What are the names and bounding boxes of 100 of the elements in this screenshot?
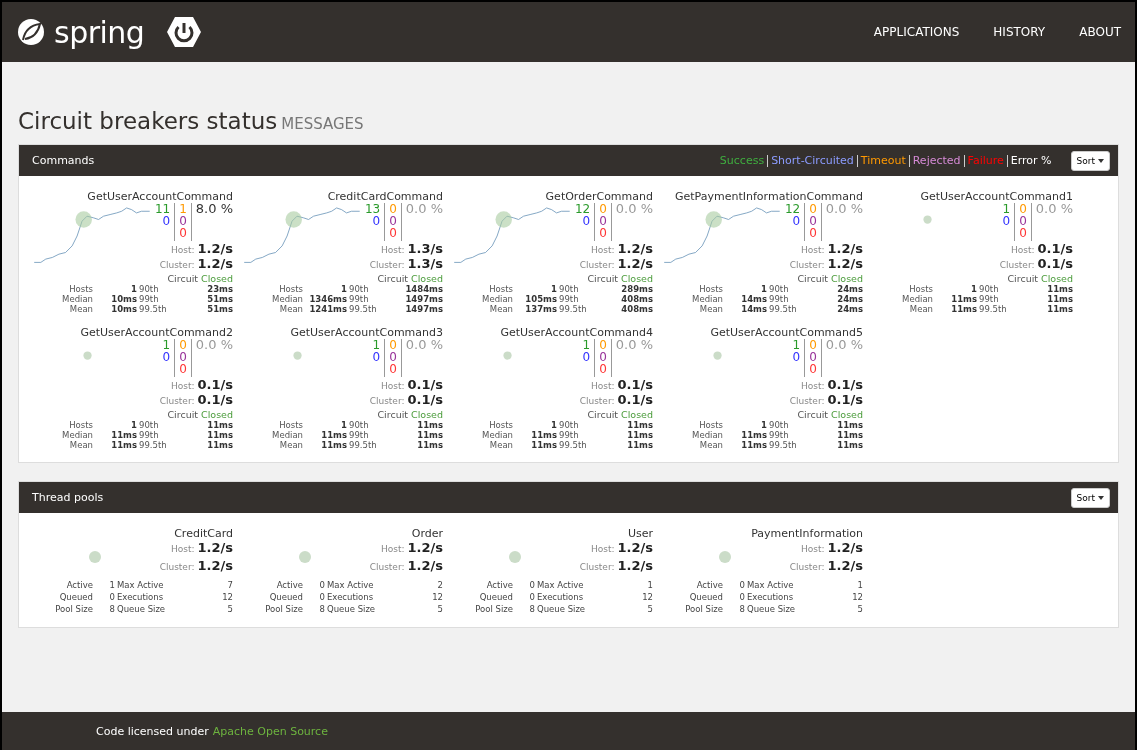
stat-value: 11ms xyxy=(740,430,767,440)
circuit-status: Closed xyxy=(201,409,233,420)
leaf-logo-icon xyxy=(16,17,46,47)
stat-value: 1241ms xyxy=(308,304,347,314)
rate-value: 0.1/s xyxy=(827,377,863,392)
stat-value: 1 xyxy=(340,284,347,294)
stat-value: 11ms xyxy=(110,430,137,440)
nav-link[interactable]: HISTORY xyxy=(993,25,1046,39)
stat-value: 12 xyxy=(641,591,653,603)
pool-name: PaymentInformation xyxy=(750,527,863,540)
rejected-count: 0 xyxy=(809,215,817,227)
circuit-status: Closed xyxy=(201,273,233,284)
stat-value: 12 xyxy=(851,591,863,603)
rate-label: Cluster: xyxy=(159,396,195,406)
stat-value: 0 xyxy=(318,591,325,603)
stat-label: Median xyxy=(691,430,724,440)
stat-value: 289ms xyxy=(620,284,653,294)
rate-label: Cluster: xyxy=(999,260,1035,270)
stat-value: 8 xyxy=(318,603,325,615)
stat-label: Median xyxy=(271,294,304,304)
stat-label: Median xyxy=(901,294,934,304)
rate-value: 0.1/s xyxy=(827,392,863,407)
circuit-label: Circuit xyxy=(167,409,199,420)
page-subtitle: MESSAGES xyxy=(281,115,364,133)
nav-link[interactable]: APPLICATIONS xyxy=(873,25,960,39)
stat-label: 99th xyxy=(558,430,580,440)
status-circle xyxy=(495,211,512,228)
rate-value: 1.2/s xyxy=(617,256,653,271)
stat-label: 99th xyxy=(348,430,370,440)
stat-value: 11ms xyxy=(836,420,863,430)
rate-value: 1.2/s xyxy=(407,558,443,573)
stat-label: 99.5th xyxy=(138,440,168,450)
timeout-count: 0 xyxy=(809,203,817,215)
rejected-count: 0 xyxy=(809,351,817,363)
rejected-count: 0 xyxy=(179,215,187,227)
nav-link[interactable]: ABOUT xyxy=(1079,25,1121,39)
stat-label: Queue Size xyxy=(116,603,167,615)
rate-label: Host: xyxy=(170,544,195,554)
command-name: GetUserAccountCommand xyxy=(86,190,233,203)
short-circuited-count: 0 xyxy=(1002,215,1011,227)
stat-value: 408ms xyxy=(620,294,653,304)
rate-value: 1.2/s xyxy=(827,256,863,271)
command-name: GetUserAccountCommand4 xyxy=(499,326,653,339)
stat-value: 0 xyxy=(738,579,745,591)
stat-label: Median xyxy=(481,430,514,440)
pool-name: Order xyxy=(410,527,443,540)
circuit-label: Circuit xyxy=(797,273,829,284)
rate-label: Host: xyxy=(1010,245,1035,255)
stat-value: 5 xyxy=(226,603,233,615)
stat-label: Max Active xyxy=(746,579,795,591)
circuit-status: Closed xyxy=(411,273,443,284)
stat-label: Mean xyxy=(68,304,94,314)
stat-value: 51ms xyxy=(206,294,233,304)
stat-label: Active xyxy=(485,579,514,591)
stat-value: 1 xyxy=(550,284,557,294)
stat-value: 8 xyxy=(528,603,535,615)
stat-value: 11ms xyxy=(416,440,443,450)
rate-label: Cluster: xyxy=(579,562,615,572)
stat-value: 1497ms xyxy=(404,294,443,304)
caret-icon xyxy=(1098,495,1104,500)
stat-label: Pool Size xyxy=(264,603,304,615)
stat-value: 11ms xyxy=(110,440,137,450)
legend-label: Failure xyxy=(963,154,1007,167)
stat-value: 0 xyxy=(528,579,535,591)
rate-label: Cluster: xyxy=(369,562,405,572)
sort-button[interactable]: Sort xyxy=(1070,487,1110,508)
stat-label: 90th xyxy=(768,420,790,430)
short-circuited-count: 0 xyxy=(582,215,591,227)
stat-value: 11ms xyxy=(836,430,863,440)
stat-value: 11ms xyxy=(320,430,347,440)
command-name: GetUserAccountCommand3 xyxy=(289,326,443,339)
legend-label: Timeout xyxy=(856,154,909,167)
stat-value: 10ms xyxy=(110,304,137,314)
sort-button[interactable]: Sort xyxy=(1070,150,1110,171)
stat-value: 14ms xyxy=(740,304,767,314)
stat-value: 11ms xyxy=(836,440,863,450)
caret-icon xyxy=(1098,158,1104,163)
circuit-status: Closed xyxy=(621,409,653,420)
failure-count: 0 xyxy=(599,227,607,239)
license-link[interactable]: Apache Open Source xyxy=(212,724,328,738)
rate-value: 1.2/s xyxy=(617,558,653,573)
command-name: GetUserAccountCommand2 xyxy=(79,326,233,339)
stat-value: 1 xyxy=(130,284,137,294)
stat-value: 2 xyxy=(436,579,443,591)
stat-value: 0 xyxy=(108,591,115,603)
status-circle xyxy=(87,548,103,565)
stat-label: Queued xyxy=(268,591,304,603)
stat-label: 99.5th xyxy=(978,304,1008,314)
stat-label: Mean xyxy=(908,304,934,314)
rate-label: Host: xyxy=(590,245,615,255)
success-count: 12 xyxy=(784,203,801,215)
stat-label: Median xyxy=(61,294,94,304)
circuit-label: Circuit xyxy=(377,409,409,420)
rate-label: Cluster: xyxy=(159,562,195,572)
stat-label: 99.5th xyxy=(348,440,378,450)
stat-label: 90th xyxy=(768,284,790,294)
error-percentage: 0.0 % xyxy=(820,339,863,377)
stat-value: 1 xyxy=(130,420,137,430)
stat-label: Hosts xyxy=(698,284,724,294)
stat-value: 11ms xyxy=(1046,304,1073,314)
